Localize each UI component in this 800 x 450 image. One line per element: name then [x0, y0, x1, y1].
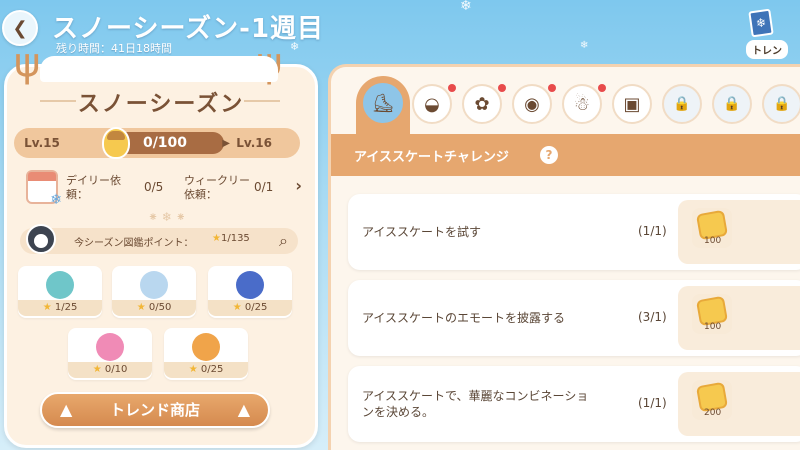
star-icon: ★ — [42, 302, 55, 313]
donut-icon — [96, 333, 124, 361]
mission-text: アイススケートで、華麗なコンビネーションを決める。 — [362, 389, 589, 419]
collection-count: ★ 0/25 — [164, 362, 248, 378]
star-icon: ★ — [92, 364, 105, 375]
arrow-right-icon: ▶ — [222, 137, 230, 149]
tab-lock[interactable]: 🔒 — [762, 84, 800, 124]
calendar-icon: ❄ — [26, 170, 62, 208]
mission-progress: (1/1) — [638, 224, 667, 238]
collection-card[interactable]: ★ 0/25 — [208, 266, 292, 318]
mission-text: アイススケートのエモートを披露する — [362, 311, 566, 325]
level-bar: Lv.15 0/100 ▶ Lv.16 — [14, 127, 300, 159]
trend-book-icon: ❄ — [748, 8, 774, 38]
reward-item[interactable]: 100 — [692, 294, 732, 334]
penguin-avatar — [26, 224, 56, 254]
season-name: スノーシーズン — [77, 92, 245, 117]
mission-progress: (3/1) — [638, 310, 667, 324]
acorn-icon — [102, 127, 130, 159]
shell-icon — [140, 271, 168, 299]
reward-item[interactable]: 200 — [692, 380, 732, 420]
butterfly-icon — [236, 271, 264, 299]
collection-count-text: 0/25 — [244, 302, 268, 313]
tab-ice-skate[interactable]: ⛸ — [360, 80, 406, 126]
quest-summary[interactable]: ❄ デイリー依頼： 0/5 ウィークリー依頼： 0/1 › — [14, 168, 306, 208]
points-label: 今シーズン図鑑ポイント： — [74, 238, 194, 249]
snow-cap-decor — [40, 56, 278, 82]
reward-item[interactable]: 100 — [692, 208, 732, 248]
snowflake-decor: ❄ — [580, 40, 589, 51]
collection-count-text: 1/25 — [54, 302, 78, 313]
star-icon: ★ — [136, 302, 149, 313]
notification-dot — [598, 84, 606, 92]
level-current: Lv.15 — [24, 136, 60, 150]
notification-dot — [498, 84, 506, 92]
tree-icon: ▲ — [237, 400, 250, 419]
star-icon: ★ — [232, 302, 245, 313]
mission-row: アイススケートで、華麗なコンビネーションを決める。 (1/1) 200 — [348, 366, 800, 442]
tab-record[interactable]: ◉ — [512, 84, 556, 124]
trend-button[interactable]: ❄ トレン — [740, 8, 800, 62]
tab-picture[interactable]: ▣ — [612, 84, 652, 124]
level-next: Lv.16 — [236, 136, 272, 150]
tree-icon: ▲ — [60, 400, 73, 419]
collection-card[interactable]: ★ 0/50 — [112, 266, 196, 318]
challenge-title: アイススケートチャレンジ — [354, 150, 509, 165]
lock-icon: 🔒 — [673, 96, 691, 112]
notification-dot — [448, 84, 456, 92]
watering-can-icon: ✿ — [474, 93, 490, 115]
collection-count: ★ 1/25 — [18, 300, 102, 316]
tab-pot[interactable]: ◒ — [412, 84, 456, 124]
reward-amount: 200 — [704, 408, 722, 418]
star-icon: ★ — [212, 233, 221, 244]
points-value: ★1/135 — [212, 233, 250, 244]
collection-count: ★ 0/25 — [208, 300, 292, 316]
divider-snowflake-icon: ⁕ ❄ ⁕ — [148, 210, 186, 224]
lock-icon: 🔒 — [773, 96, 791, 112]
bird-icon — [192, 333, 220, 361]
mission-row: アイススケートを試す (1/1) 100 — [348, 194, 800, 270]
shop-button-label: トレンド商店 — [109, 401, 200, 419]
collection-card[interactable]: ★ 0/25 — [164, 328, 248, 380]
collection-count-text: 0/25 — [200, 364, 224, 375]
help-icon[interactable]: ? — [540, 146, 558, 164]
tab-snowman[interactable]: ☃ — [562, 84, 606, 124]
mission-row: アイススケートのエモートを披露する (3/1) 100 — [348, 280, 800, 356]
trend-label: トレン — [746, 40, 788, 59]
points-value-text: 1/135 — [220, 233, 250, 244]
weekly-label: ウィークリー依頼： — [184, 174, 250, 201]
collection-card[interactable]: ★ 1/25 — [18, 266, 102, 318]
pot-icon: ◒ — [424, 93, 440, 115]
picture-icon: ▣ — [623, 93, 641, 115]
notification-dot — [548, 84, 556, 92]
collection-card[interactable]: ★ 0/10 — [68, 328, 152, 380]
snowflake-icon: ❄ — [50, 192, 62, 208]
lock-icon: 🔒 — [723, 96, 741, 112]
season-panel — [4, 64, 318, 448]
search-icon[interactable]: ⌕ — [279, 231, 288, 251]
collection-points-row: 今シーズン図鑑ポイント： ★1/135 ⌕ — [20, 224, 298, 254]
tab-watering-can[interactable]: ✿ — [462, 84, 506, 124]
daily-value: 0/5 — [144, 180, 164, 194]
remaining-time: 残り時間：41日18時間 — [56, 42, 172, 55]
penguin-float-icon — [46, 271, 74, 299]
snowflake-decor: ❄ — [460, 0, 472, 14]
weekly-value: 0/1 — [254, 180, 274, 194]
mission-progress: (1/1) — [638, 396, 667, 410]
reward-amount: 100 — [704, 236, 722, 246]
chevron-left-icon: ❮ — [12, 17, 28, 39]
collection-count: ★ 0/50 — [112, 300, 196, 316]
record-icon: ◉ — [524, 93, 540, 115]
daily-label: デイリー依頼： — [66, 174, 121, 201]
star-icon: ★ — [188, 364, 201, 375]
reward-amount: 100 — [704, 322, 722, 332]
collection-count: ★ 0/10 — [68, 362, 152, 378]
snowman-icon: ☃ — [573, 93, 591, 115]
chevron-right-icon[interactable]: › — [295, 176, 302, 195]
ice-skate-icon: ⛸ — [371, 92, 395, 114]
mission-text: アイススケートを試す — [362, 225, 482, 239]
collection-count-text: 0/10 — [104, 364, 128, 375]
tab-lock[interactable]: 🔒 — [662, 84, 702, 124]
trend-shop-button[interactable]: ▲ トレンド商店 ▲ — [40, 392, 270, 428]
collection-count-text: 0/50 — [148, 302, 172, 313]
tab-lock[interactable]: 🔒 — [712, 84, 752, 124]
